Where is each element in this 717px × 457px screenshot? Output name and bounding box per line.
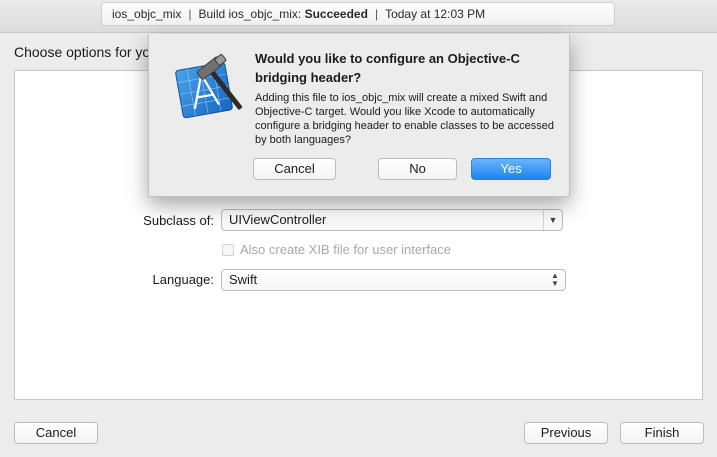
sheet-yes-button[interactable]: Yes [471, 158, 551, 180]
sheet-no-button[interactable]: No [378, 158, 457, 180]
activity-time: Today at 12:03 PM [385, 7, 486, 21]
sheet-cancel-button[interactable]: Cancel [253, 158, 336, 180]
activity-separator: | [374, 7, 379, 21]
activity-viewer[interactable]: ios_objc_mix | Build ios_objc_mix: Succeed… [101, 2, 615, 26]
activity-build-prefix: Build ios_objc_mix: [198, 7, 302, 21]
activity-separator: | [188, 7, 192, 21]
xcode-app-icon [173, 50, 245, 122]
previous-button[interactable]: Previous [524, 422, 608, 444]
page-title: Choose options for yo [14, 44, 151, 60]
activity-project: ios_objc_mix [112, 7, 182, 21]
chevron-down-icon[interactable]: ▼ [543, 210, 562, 230]
xib-checkbox[interactable] [222, 244, 234, 256]
subclass-value: UIViewController [229, 212, 327, 227]
activity-build-status: Succeeded [304, 7, 368, 21]
language-value: Swift [229, 272, 258, 287]
subclass-combobox[interactable]: UIViewController ▼ [221, 209, 563, 231]
updown-arrows-icon: ▲ ▼ [551, 271, 559, 288]
xib-label: Also create XIB file for user interface [240, 242, 451, 257]
sheet-message: Adding this file to ios_objc_mix will cr… [255, 92, 555, 146]
finish-button[interactable]: Finish [620, 422, 704, 444]
sheet-title: Would you like to configure an Objective… [255, 51, 520, 85]
cancel-button[interactable]: Cancel [14, 422, 98, 444]
toolbar: ios_objc_mix | Build ios_objc_mix: Succeed… [0, 0, 717, 33]
subclass-label: Subclass of: [143, 213, 214, 228]
language-label: Language: [152, 272, 214, 287]
language-popup[interactable]: Swift ▲ ▼ [221, 269, 566, 291]
bridging-header-sheet: Would you like to configure an Objective… [148, 34, 570, 197]
